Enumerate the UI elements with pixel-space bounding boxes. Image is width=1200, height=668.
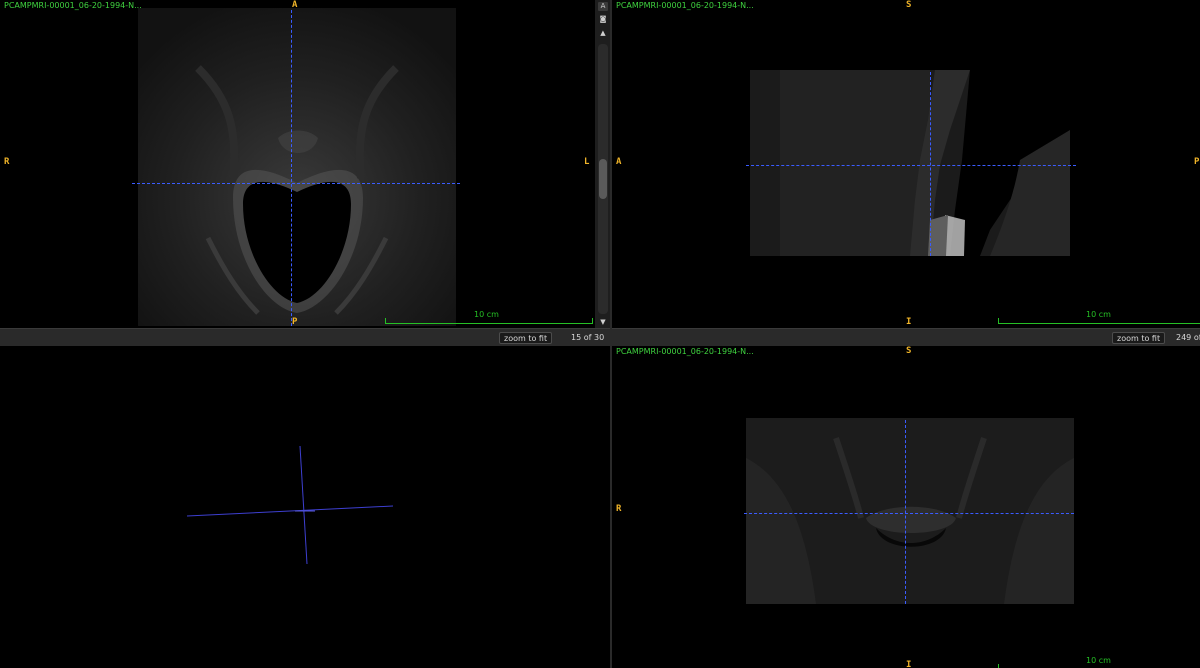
axial-slice-count: 15 of 30 <box>571 333 605 342</box>
axial-orient-bottom: P <box>292 317 298 327</box>
axial-zoom-to-fit-button[interactable]: zoom to fit <box>499 332 553 344</box>
camera-icon[interactable]: ◙ <box>598 15 608 24</box>
sagittal-orient-left: A <box>616 157 622 167</box>
coronal-horizontal-crosshair[interactable] <box>744 513 1074 514</box>
axial-viewport[interactable]: PCAMPMRI-00001_06-20-1994-N... A P R L 1… <box>0 0 594 328</box>
scroll-down-icon[interactable]: ▼ <box>598 318 608 327</box>
axial-scale-bar <box>385 318 593 324</box>
axial-vertical-crosshair[interactable] <box>291 10 292 326</box>
sagittal-vertical-crosshair[interactable] <box>930 72 931 256</box>
sagittal-viewport[interactable]: PCAMPMRI-00001_06-20-1994-N... S I A P 1… <box>612 0 1200 328</box>
slice-scrollbar-thumb[interactable] <box>599 159 607 199</box>
sagittal-horizontal-crosshair[interactable] <box>746 165 1076 166</box>
sagittal-orient-right: P <box>1194 157 1200 167</box>
coronal-vertical-crosshair[interactable] <box>905 420 906 604</box>
coronal-mri-image <box>746 418 1074 604</box>
coronal-orient-bottom: I <box>906 660 912 668</box>
axial-orient-top: A <box>292 0 298 10</box>
sagittal-slice-count: 249 of <box>1176 333 1200 342</box>
slice-scrollbar-track[interactable] <box>598 44 608 314</box>
3d-viewport[interactable] <box>0 346 610 668</box>
axial-orient-right: L <box>584 157 590 167</box>
scroll-up-icon[interactable]: ▲ <box>598 29 608 38</box>
sagittal-series-title: PCAMPMRI-00001_06-20-1994-N... <box>616 1 754 10</box>
slice-scroll-strip: A ◙ ▲ ▼ <box>595 0 611 330</box>
text-icon[interactable]: A <box>598 2 608 11</box>
coronal-series-title: PCAMPMRI-00001_06-20-1994-N... <box>616 347 754 356</box>
axial-orient-left: R <box>4 157 10 167</box>
coronal-viewport[interactable]: PCAMPMRI-00001_06-20-1994-N... S I R 10 … <box>612 346 1200 668</box>
axial-horizontal-crosshair[interactable] <box>132 183 460 184</box>
axial-control-bar: zoom to fit 15 of 30 <box>0 328 610 347</box>
sagittal-zoom-to-fit-button[interactable]: zoom to fit <box>1112 332 1166 344</box>
sagittal-orient-bottom: I <box>906 317 912 327</box>
axial-mri-image <box>138 8 456 326</box>
sagittal-orient-top: S <box>906 0 912 10</box>
3d-crosshair-axes <box>186 445 394 565</box>
coronal-orient-left: R <box>616 504 622 514</box>
axial-series-title: PCAMPMRI-00001_06-20-1994-N... <box>4 1 142 10</box>
sagittal-control-bar: zoom to fit 249 of <box>612 328 1200 347</box>
coronal-scale-bar <box>998 664 1200 668</box>
sagittal-scale-bar <box>998 318 1200 324</box>
coronal-orient-top: S <box>906 346 912 356</box>
sagittal-mri-image <box>750 70 1070 256</box>
